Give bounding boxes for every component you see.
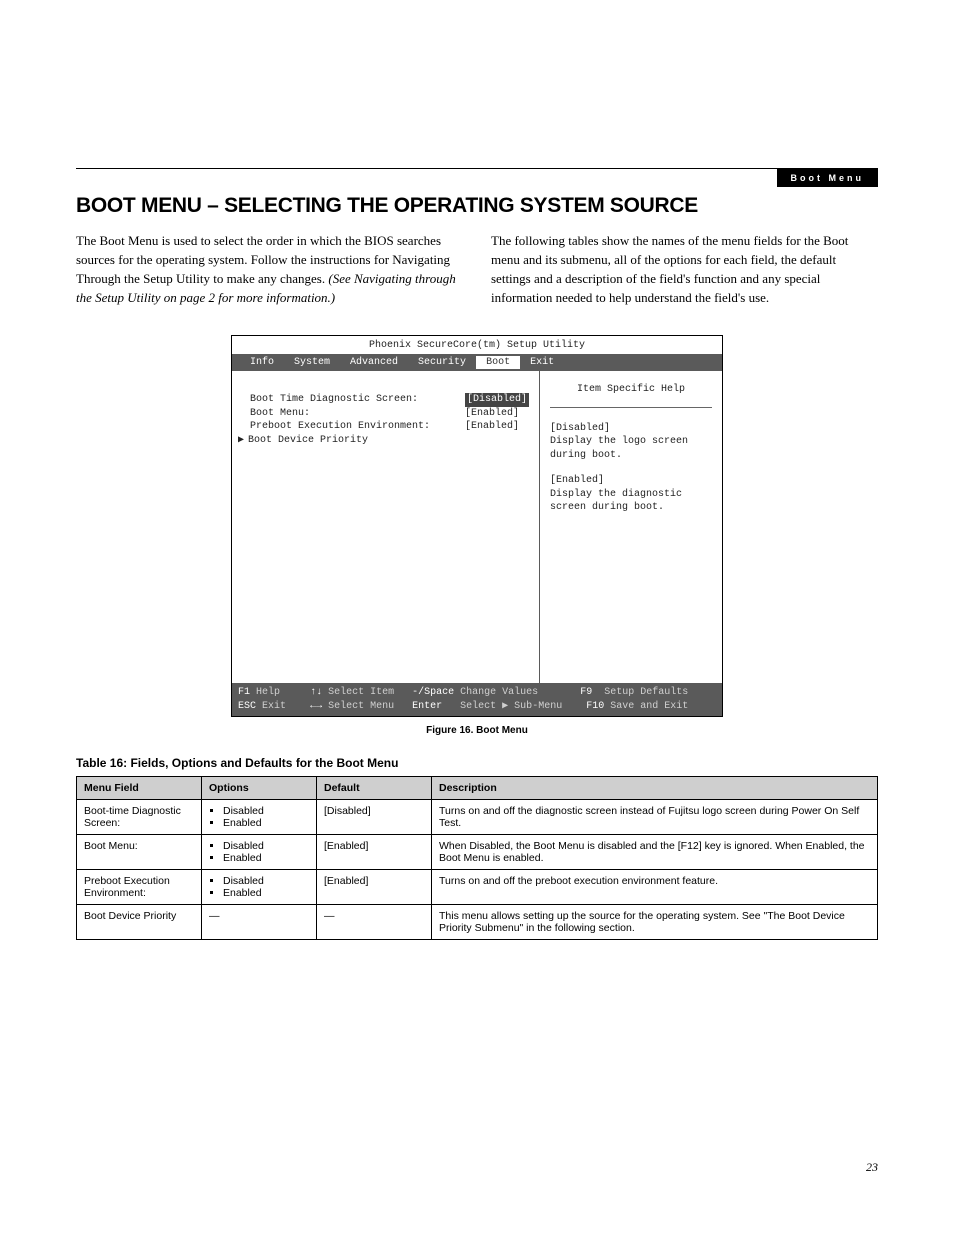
page-title: BOOT MENU – SELECTING THE OPERATING SYST… — [76, 194, 878, 218]
bios-body: Boot Time Diagnostic Screen: [Disabled] … — [232, 371, 722, 683]
bios-footer-line1: F1 Help ↑↓ Select Item -/Space Change Va… — [238, 686, 716, 700]
bios-row-label: Boot Menu: — [250, 407, 465, 421]
help-line: Display the diagnostic screen during boo… — [550, 488, 712, 515]
th-default: Default — [317, 777, 432, 800]
cell-field: Boot Menu: — [77, 835, 202, 870]
chevron-right-icon: ▶ — [238, 434, 244, 448]
bios-row-pxe[interactable]: Preboot Execution Environment: [Enabled] — [250, 420, 529, 434]
cell-field: Preboot Execution Environment: — [77, 870, 202, 905]
bios-tabs: Info System Advanced Security Boot Exit — [232, 354, 722, 372]
bios-row-value[interactable]: [Enabled] — [465, 407, 519, 421]
figure-caption: Figure 16. Boot Menu — [76, 725, 878, 736]
bios-row-value[interactable]: [Enabled] — [465, 420, 519, 434]
bios-title: Phoenix SecureCore(tm) Setup Utility — [232, 336, 722, 354]
table-header-row: Menu Field Options Default Description — [77, 777, 878, 800]
table-row: Boot Device Priority — — This menu allow… — [77, 905, 878, 940]
intro-left: The Boot Menu is used to select the orde… — [76, 232, 463, 307]
help-line: [Enabled] — [550, 474, 712, 488]
cell-desc: This menu allows setting up the source f… — [432, 905, 878, 940]
bios-row-bootmenu[interactable]: Boot Menu: [Enabled] — [250, 407, 529, 421]
help-line: Display the logo screen during boot. — [550, 435, 712, 462]
bios-row-priority[interactable]: ▶ Boot Device Priority — [250, 434, 529, 448]
bios-row-label: Preboot Execution Environment: — [250, 420, 465, 434]
bios-tab-info[interactable]: Info — [240, 356, 284, 370]
bios-tab-boot[interactable]: Boot — [476, 356, 520, 370]
cell-default: [Enabled] — [317, 835, 432, 870]
cell-options: DisabledEnabled — [202, 835, 317, 870]
cell-desc: When Disabled, the Boot Menu is disabled… — [432, 835, 878, 870]
cell-options: — — [202, 905, 317, 940]
bios-help-text: [Disabled] Display the logo screen durin… — [550, 422, 712, 515]
table-row: Preboot Execution Environment: DisabledE… — [77, 870, 878, 905]
page-number: 23 — [866, 1160, 878, 1175]
bios-footer: F1 Help ↑↓ Select Item -/Space Change Va… — [232, 683, 722, 716]
bios-settings-panel: Boot Time Diagnostic Screen: [Disabled] … — [232, 371, 540, 683]
cell-options: DisabledEnabled — [202, 870, 317, 905]
header-tag: Boot Menu — [777, 169, 879, 187]
cell-default: [Enabled] — [317, 870, 432, 905]
table-row: Boot Menu: DisabledEnabled [Enabled] Whe… — [77, 835, 878, 870]
bios-row-value-selected[interactable]: [Disabled] — [465, 393, 529, 407]
table-row: Boot-time Diagnostic Screen: DisabledEna… — [77, 800, 878, 835]
bios-row-diagnostic[interactable]: Boot Time Diagnostic Screen: [Disabled] — [250, 393, 529, 407]
intro-columns: The Boot Menu is used to select the orde… — [76, 232, 878, 307]
th-options: Options — [202, 777, 317, 800]
cell-options: DisabledEnabled — [202, 800, 317, 835]
cell-desc: Turns on and off the preboot execution e… — [432, 870, 878, 905]
bios-tab-security[interactable]: Security — [408, 356, 476, 370]
page: Boot Menu BOOT MENU – SELECTING THE OPER… — [0, 0, 954, 1235]
cell-default: — — [317, 905, 432, 940]
bios-submenu-label: Boot Device Priority — [248, 434, 368, 448]
bios-tab-exit[interactable]: Exit — [520, 356, 564, 370]
bios-tab-system[interactable]: System — [284, 356, 340, 370]
bios-footer-line2: ESC Exit ←→ Select Menu Enter Select ▶ S… — [238, 700, 716, 714]
table-title: Table 16: Fields, Options and Defaults f… — [76, 756, 878, 770]
bios-tab-advanced[interactable]: Advanced — [340, 356, 408, 370]
cell-field: Boot Device Priority — [77, 905, 202, 940]
th-description: Description — [432, 777, 878, 800]
bios-help-panel: Item Specific Help [Disabled] Display th… — [540, 371, 722, 683]
header-rule: Boot Menu — [76, 168, 878, 169]
cell-desc: Turns on and off the diagnostic screen i… — [432, 800, 878, 835]
intro-right: The following tables show the names of t… — [491, 232, 878, 307]
cell-field: Boot-time Diagnostic Screen: — [77, 800, 202, 835]
bios-help-title: Item Specific Help — [550, 383, 712, 408]
help-line: [Disabled] — [550, 422, 712, 436]
options-table: Menu Field Options Default Description B… — [76, 776, 878, 940]
bios-row-label: Boot Time Diagnostic Screen: — [250, 393, 465, 407]
cell-default: [Disabled] — [317, 800, 432, 835]
bios-screenshot: Phoenix SecureCore(tm) Setup Utility Inf… — [231, 335, 723, 717]
th-menu-field: Menu Field — [77, 777, 202, 800]
